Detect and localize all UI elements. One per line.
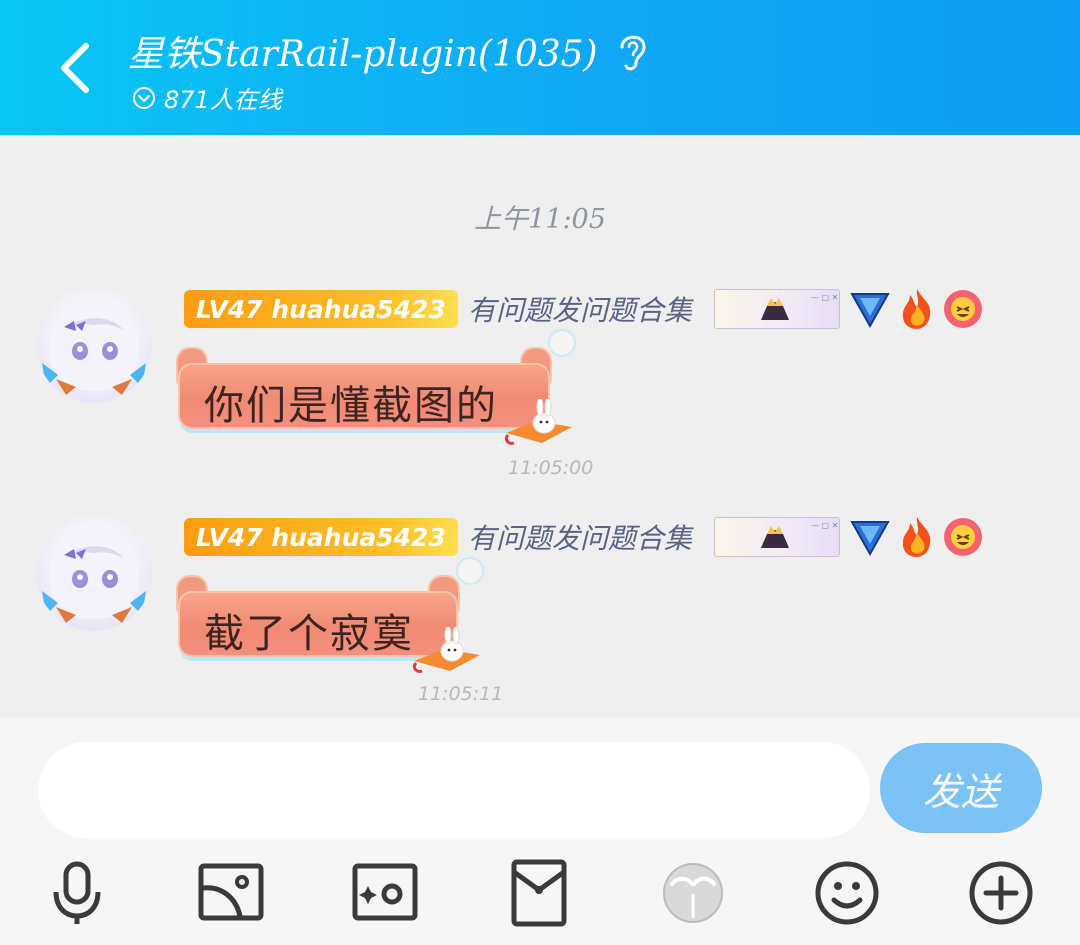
fire-icon bbox=[902, 289, 931, 329]
message-timestamp: 11:05:00 bbox=[508, 457, 594, 479]
bunny-carrot-icon bbox=[412, 627, 480, 673]
ear-icon[interactable] bbox=[616, 29, 650, 73]
member-title: 有问题发问题合集 bbox=[467, 522, 692, 555]
anime-girl-avatar bbox=[42, 301, 146, 395]
anime-girl-avatar bbox=[42, 529, 146, 623]
microphone-icon[interactable] bbox=[42, 858, 112, 928]
red-packet-icon[interactable] bbox=[504, 858, 574, 928]
send-button[interactable]: 发送 bbox=[880, 743, 1042, 833]
input-toolbar bbox=[0, 858, 1080, 928]
group-name[interactable]: 星铁StarRail-plugin(1035) bbox=[128, 25, 598, 77]
message-bubble[interactable]: 截了个寂寞 bbox=[172, 557, 484, 673]
input-bar: 发送 bbox=[0, 718, 1080, 945]
avatar-face-icon[interactable] bbox=[658, 858, 728, 928]
flower-face-icon bbox=[943, 518, 982, 556]
chat-area[interactable]: 上午11:05 LV47 huahua5423 有问题发问题合集 — ▢ ✕ 你… bbox=[0, 135, 1080, 718]
bubble-circle-decoration bbox=[548, 329, 576, 357]
online-status: 871人在线 bbox=[132, 80, 282, 115]
image-icon[interactable] bbox=[196, 858, 266, 928]
avatar[interactable] bbox=[36, 515, 152, 631]
message-text: 截了个寂寞 bbox=[204, 611, 414, 657]
message-bubble[interactable]: 你们是懂截图的 bbox=[172, 329, 576, 445]
camera-icon[interactable] bbox=[350, 858, 420, 928]
online-count: 871人在线 bbox=[164, 86, 282, 114]
decoration-card-icon: — ▢ ✕ bbox=[713, 517, 840, 557]
diamond-rank-icon bbox=[850, 521, 890, 556]
chevron-circle-icon bbox=[133, 86, 155, 109]
title-row: 星铁StarRail-plugin(1035) bbox=[128, 26, 650, 76]
sender-meta: LV47 huahua5423 有问题发问题合集 — ▢ ✕ bbox=[184, 289, 984, 329]
svg-text:— ▢ ✕: — ▢ ✕ bbox=[811, 293, 838, 302]
member-title: 有问题发问题合集 bbox=[467, 294, 692, 327]
sender-meta: LV47 huahua5423 有问题发问题合集 — ▢ ✕ bbox=[184, 517, 984, 557]
bubble-circle-decoration bbox=[456, 557, 484, 585]
emoji-icon[interactable] bbox=[812, 858, 882, 928]
decoration-card-icon: — ▢ ✕ bbox=[713, 289, 840, 329]
diamond-rank-icon bbox=[850, 293, 890, 328]
back-arrow-icon[interactable] bbox=[52, 38, 102, 98]
message-text: 你们是懂截图的 bbox=[204, 383, 498, 429]
message-input[interactable] bbox=[38, 742, 870, 838]
svg-text:— ▢ ✕: — ▢ ✕ bbox=[811, 521, 838, 530]
chat-header: 星铁StarRail-plugin(1035) 871人在线 bbox=[0, 0, 1080, 135]
flower-face-icon bbox=[943, 290, 982, 328]
level-badge[interactable]: LV47 huahua5423 bbox=[184, 290, 458, 328]
avatar[interactable] bbox=[36, 287, 152, 403]
fire-icon bbox=[902, 517, 931, 557]
message-timestamp: 11:05:11 bbox=[418, 683, 504, 705]
bunny-carrot-icon bbox=[504, 399, 572, 445]
time-divider: 上午11:05 bbox=[474, 204, 606, 235]
level-badge[interactable]: LV47 huahua5423 bbox=[184, 518, 458, 556]
plus-icon[interactable] bbox=[966, 858, 1036, 928]
